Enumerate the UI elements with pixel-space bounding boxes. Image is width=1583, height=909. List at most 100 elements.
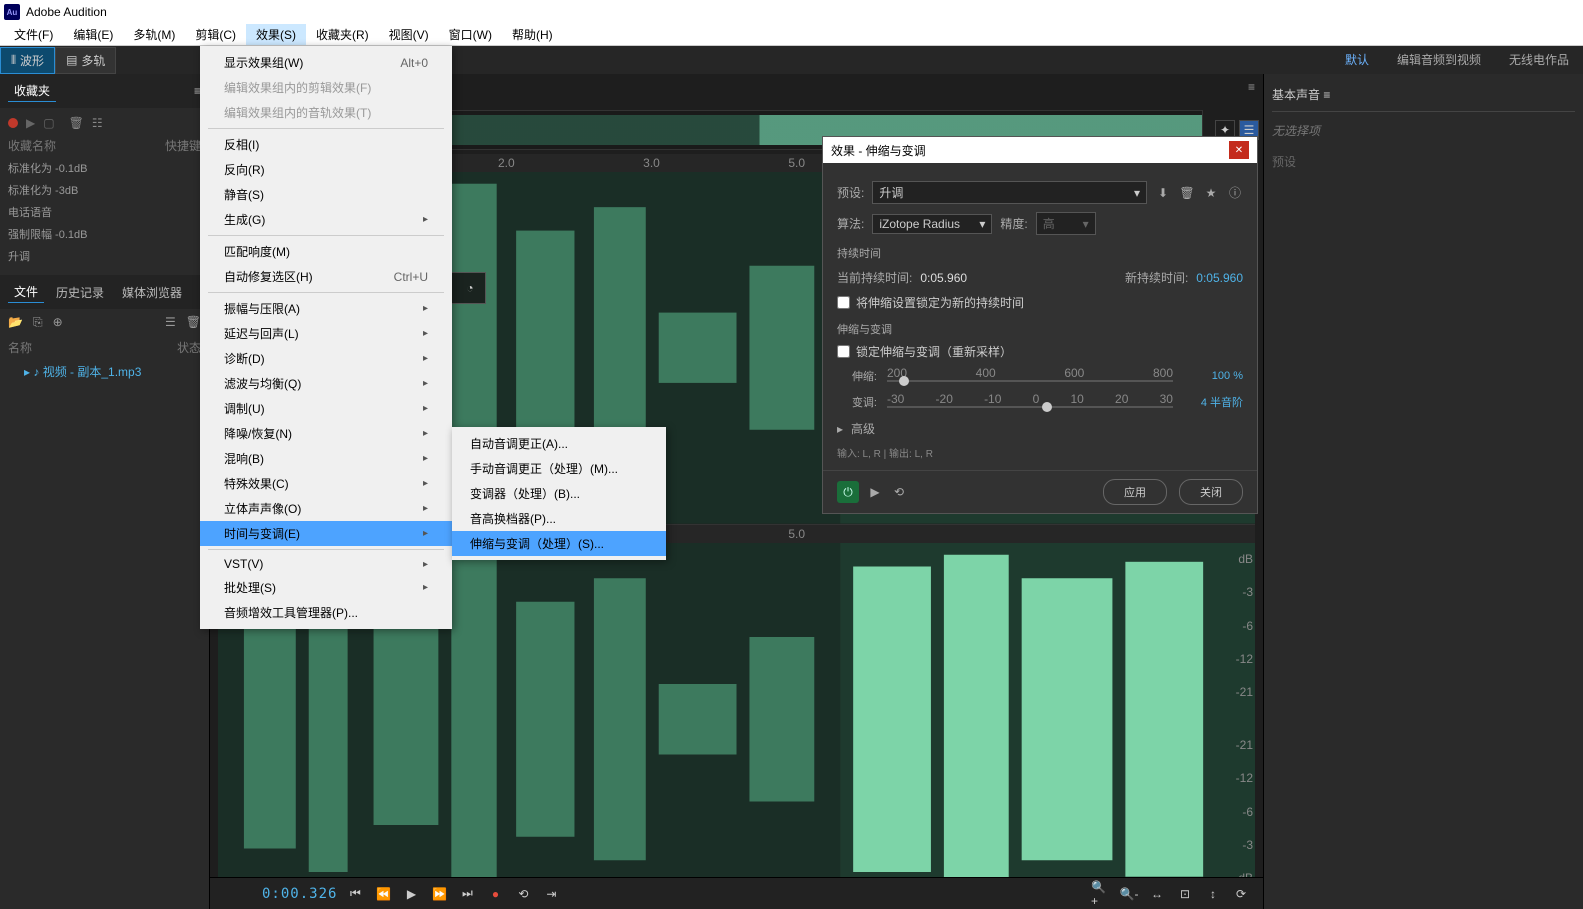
lock-pitch-checkbox[interactable]: 锁定伸缩与变调（重新采样） [837, 343, 1243, 360]
go-end-button[interactable]: ⏭ [457, 884, 477, 904]
submenu-item[interactable]: 伸缩与变调（处理）(S)... [452, 531, 666, 556]
panel-menu-icon[interactable]: ≡ [1248, 80, 1255, 100]
panel-menu-icon[interactable]: ≡ [1323, 88, 1330, 102]
trash-icon[interactable]: 🗑 [186, 315, 201, 330]
preset-select[interactable]: 升调 ▾ [872, 181, 1147, 204]
lock-duration-input[interactable] [837, 296, 850, 309]
submenu-item[interactable]: 手动音调更正（处理）(M)... [452, 456, 666, 481]
menu-fav[interactable]: 收藏夹(R) [306, 24, 379, 45]
skip-button[interactable]: ⇥ [541, 884, 561, 904]
stop-favorite-icon[interactable]: ▢ [43, 116, 54, 130]
favorite-item[interactable]: 强制限幅 -0.1dB [0, 223, 209, 245]
favorite-item[interactable]: 电话语音 [0, 201, 209, 223]
menu-item[interactable]: 显示效果组(W)Alt+0 [200, 50, 452, 75]
menu-item[interactable]: 自动修复选区(H)Ctrl+U [200, 264, 452, 289]
menu-item[interactable]: 诊断(D) [200, 346, 452, 371]
workspace-audio2video[interactable]: 编辑音频到视频 [1383, 45, 1495, 76]
menu-edit[interactable]: 编辑(E) [63, 24, 123, 45]
zoom-reset-button[interactable]: ⟳ [1231, 884, 1251, 904]
filter-icon[interactable]: ☰ [165, 315, 176, 330]
close-dialog-button[interactable]: 关闭 [1179, 479, 1243, 505]
menu-item[interactable]: 匹配响度(M) [200, 239, 452, 264]
power-button[interactable]: ⏻ [837, 481, 859, 503]
loop-button[interactable]: ⟲ [513, 884, 533, 904]
workspace-radio[interactable]: 无线电作品 [1495, 45, 1583, 76]
precision-select[interactable]: 高 ▾ [1036, 212, 1096, 235]
favorite-item[interactable]: 升调 [0, 245, 209, 267]
menu-item[interactable]: VST(V) [200, 553, 452, 575]
play-favorite-icon[interactable]: ▶ [26, 116, 35, 130]
apply-button[interactable]: 应用 [1103, 479, 1167, 505]
delete-preset-icon[interactable]: 🗑 [1179, 185, 1195, 201]
info-icon[interactable]: ⓘ [1227, 185, 1243, 201]
record-button[interactable]: ● [485, 884, 505, 904]
menu-help[interactable]: 帮助(H) [502, 24, 563, 45]
menu-item[interactable]: 立体声声像(O) [200, 496, 452, 521]
rewind-button[interactable]: ⏪ [373, 884, 393, 904]
hud-clock-icon[interactable]: ◔ [459, 277, 481, 299]
menu-item[interactable]: 混响(B) [200, 446, 452, 471]
submenu-item[interactable]: 音高换档器(P)... [452, 506, 666, 531]
zoom-in-button[interactable]: 🔍+ [1091, 884, 1111, 904]
menu-item[interactable]: 反向(R) [200, 157, 452, 182]
history-tab[interactable]: 历史记录 [50, 282, 110, 303]
favorites-tab[interactable]: 收藏夹 [8, 80, 56, 102]
algorithm-select[interactable]: iZotope Radius ▾ [872, 214, 992, 234]
menu-item[interactable]: 振幅与压限(A) [200, 296, 452, 321]
favorite-icon[interactable]: ★ [1203, 185, 1219, 201]
menu-item[interactable]: 时间与变调(E) [200, 521, 452, 546]
media-browser-tab[interactable]: 媒体浏览器 [116, 282, 188, 303]
save-preset-icon[interactable]: ⬇ [1155, 185, 1171, 201]
timecode[interactable]: 0:00.326 [262, 886, 337, 902]
menu-item[interactable]: 生成(G) [200, 207, 452, 232]
zoom-in-v-button[interactable]: ↕ [1203, 884, 1223, 904]
menu-item[interactable]: 反相(I) [200, 132, 452, 157]
stretch-value[interactable]: 100 % [1183, 370, 1243, 382]
menu-clip[interactable]: 剪辑(C) [185, 24, 246, 45]
workspace-default[interactable]: 默认 [1331, 45, 1383, 76]
favorite-item[interactable]: 标准化为 -3dB [0, 179, 209, 201]
menu-item[interactable]: 特殊效果(C) [200, 471, 452, 496]
file-item[interactable]: ▸ ♪ 视频 - 副本_1.mp3 [0, 359, 209, 384]
preview-play-button[interactable]: ▶ [867, 484, 883, 500]
submenu-item[interactable]: 变调器（处理）(B)... [452, 481, 666, 506]
new-file-icon[interactable]: ⊕ [53, 315, 63, 330]
delete-favorite-icon[interactable]: 🗑 [69, 116, 84, 130]
menu-item[interactable]: 滤波与均衡(Q) [200, 371, 452, 396]
pitch-value[interactable]: 4 半音阶 [1183, 394, 1243, 410]
menu-item[interactable]: 批处理(S) [200, 575, 452, 600]
play-button[interactable]: ▶ [401, 884, 421, 904]
zoom-sel-button[interactable]: ⊡ [1175, 884, 1195, 904]
go-start-button[interactable]: ⏮ [345, 884, 365, 904]
menu-item[interactable]: 调制(U) [200, 396, 452, 421]
menu-item[interactable]: 音频增效工具管理器(P)... [200, 600, 452, 625]
import-icon[interactable]: ⎘ [33, 315, 43, 330]
stretch-slider[interactable]: 200400600800 [887, 366, 1173, 386]
menu-item[interactable]: 延迟与回声(L) [200, 321, 452, 346]
menu-item[interactable]: 静音(S) [200, 182, 452, 207]
menu-file[interactable]: 文件(F) [4, 24, 63, 45]
props-favorite-icon[interactable]: ☷ [92, 116, 103, 130]
favorite-item[interactable]: 标准化为 -0.1dB [0, 157, 209, 179]
pitch-slider[interactable]: -30-20-100102030 [887, 392, 1173, 412]
close-button[interactable]: ✕ [1229, 141, 1249, 159]
menu-effects[interactable]: 效果(S) [246, 24, 306, 45]
lock-duration-checkbox[interactable]: 将伸缩设置锁定为新的持续时间 [837, 294, 1243, 311]
menu-view[interactable]: 视图(V) [379, 24, 439, 45]
new-duration-value[interactable]: 0:05.960 [1196, 271, 1243, 285]
menu-multi[interactable]: 多轨(M) [123, 24, 185, 45]
record-favorite-icon[interactable] [8, 118, 18, 128]
lock-pitch-input[interactable] [837, 345, 850, 358]
submenu-item[interactable]: 自动音调更正(A)... [452, 431, 666, 456]
menu-item[interactable]: 降噪/恢复(N) [200, 421, 452, 446]
files-tab[interactable]: 文件 [8, 281, 44, 303]
menu-window[interactable]: 窗口(W) [439, 24, 502, 45]
multitrack-mode-button[interactable]: ▤ 多轨 [55, 47, 116, 74]
zoom-out-button[interactable]: 🔍- [1119, 884, 1139, 904]
waveform-mode-button[interactable]: ⫴ 波形 [0, 47, 55, 74]
zoom-full-button[interactable]: ↔ [1147, 884, 1167, 904]
forward-button[interactable]: ⏩ [429, 884, 449, 904]
advanced-toggle[interactable]: ▸ 高级 [837, 420, 1243, 437]
open-file-icon[interactable]: 📂 [8, 315, 23, 330]
loop-preview-button[interactable]: ⟲ [891, 484, 907, 500]
